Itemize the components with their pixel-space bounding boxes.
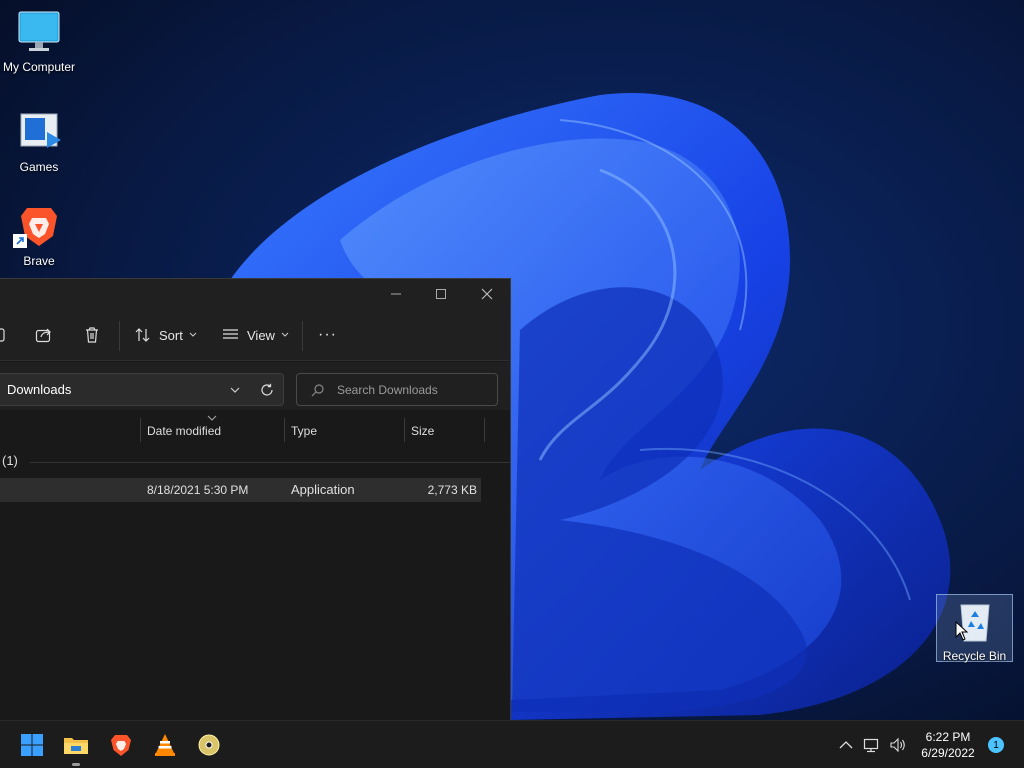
taskbar-file-explorer[interactable] — [62, 731, 90, 759]
address-current-folder: Downloads — [7, 382, 72, 397]
shortcut-arrow-icon — [13, 234, 27, 248]
network-button[interactable] — [862, 735, 882, 755]
desktop-icon-brave[interactable]: Brave — [0, 202, 78, 268]
delete-button[interactable] — [83, 321, 101, 349]
window-title-bar[interactable] — [0, 279, 510, 309]
running-indicator — [72, 763, 80, 766]
volume-icon — [890, 737, 905, 753]
view-list-icon — [223, 329, 238, 339]
desktop-icon-label: Brave — [23, 254, 55, 268]
chevron-down-icon[interactable] — [229, 384, 241, 396]
start-icon — [21, 734, 43, 756]
desktop-icon-label: Recycle Bin — [942, 649, 1007, 663]
desktop-icon-my-computer[interactable]: My Computer — [0, 8, 78, 74]
maximize-button[interactable] — [418, 279, 464, 309]
more-options-button[interactable]: ··· — [318, 321, 337, 349]
vlc-icon — [155, 734, 175, 756]
file-explorer-icon — [64, 738, 88, 754]
desktop-icon-recycle-bin[interactable]: Recycle Bin — [936, 594, 1013, 663]
taskbar-brave[interactable] — [107, 731, 135, 759]
table-row[interactable]: 8/18/2021 5:30 PM Application 2,773 KB — [0, 478, 481, 502]
chevron-down-icon — [281, 332, 289, 337]
desktop-icon-label: My Computer — [2, 60, 76, 74]
column-header-type[interactable]: Type — [291, 419, 317, 443]
column-divider[interactable] — [404, 418, 405, 442]
disc-icon — [198, 734, 220, 756]
sort-label: Sort — [159, 327, 183, 343]
column-divider[interactable] — [140, 418, 141, 442]
close-icon — [481, 288, 493, 300]
group-divider — [30, 462, 510, 463]
clock-time: 6:22 PM — [925, 730, 971, 744]
toolbar-separator — [119, 321, 120, 351]
start-button[interactable] — [18, 731, 46, 759]
search-input[interactable]: Search Downloads — [296, 373, 498, 406]
share-button[interactable] — [35, 321, 53, 349]
group-header-count[interactable]: (1) — [2, 453, 18, 468]
desktop-icon-label: Games — [19, 160, 59, 174]
network-icon — [863, 738, 879, 753]
maximize-icon — [436, 289, 446, 299]
clock[interactable]: 6:22 PM 6/29/2022 — [912, 729, 984, 761]
view-button[interactable]: View — [222, 321, 290, 349]
volume-button[interactable] — [888, 735, 908, 755]
column-divider[interactable] — [284, 418, 285, 442]
show-hidden-icons-button[interactable] — [836, 735, 856, 755]
rename-button[interactable] — [0, 321, 6, 349]
column-header-date-modified[interactable]: Date modified — [147, 419, 221, 443]
view-label: View — [247, 327, 275, 343]
minimize-button[interactable] — [373, 279, 419, 309]
chevron-down-icon — [189, 332, 197, 337]
brave-icon — [111, 735, 131, 756]
taskbar-disc-app[interactable] — [195, 731, 223, 759]
sort-button[interactable]: Sort — [134, 321, 198, 349]
mouse-cursor-icon — [955, 621, 969, 641]
minimize-icon — [391, 293, 401, 295]
share-icon — [35, 328, 51, 343]
sort-icon — [135, 328, 150, 342]
cell-date-modified: 8/18/2021 5:30 PM — [147, 483, 249, 497]
desktop-icon-games[interactable]: Games — [0, 108, 78, 174]
address-row: Downloads Search Downloads — [0, 362, 510, 410]
refresh-icon[interactable] — [260, 383, 274, 397]
file-explorer-window[interactable]: Sort View ··· Downloads Search Downloads… — [0, 278, 511, 720]
taskbar: 6:22 PM 6/29/2022 1 — [0, 720, 1024, 768]
chevron-up-icon — [839, 741, 853, 749]
games-folder-icon — [15, 108, 63, 156]
close-button[interactable] — [464, 279, 510, 309]
more-options-icon: ··· — [318, 326, 337, 343]
monitor-icon — [15, 8, 63, 56]
cell-type: Application — [291, 482, 355, 497]
search-icon — [311, 383, 324, 396]
notification-badge[interactable]: 1 — [988, 737, 1004, 753]
column-header-size[interactable]: Size — [411, 419, 434, 443]
taskbar-vlc[interactable] — [151, 731, 179, 759]
rename-icon — [0, 328, 5, 342]
brave-icon — [13, 202, 63, 250]
search-placeholder: Search Downloads — [337, 382, 438, 397]
command-bar: Sort View ··· — [0, 309, 510, 361]
cell-size: 2,773 KB — [427, 483, 477, 497]
address-bar[interactable]: Downloads — [0, 373, 284, 406]
trash-icon — [86, 327, 98, 343]
column-divider[interactable] — [484, 418, 485, 442]
toolbar-separator — [302, 321, 303, 351]
clock-date: 6/29/2022 — [921, 746, 975, 760]
